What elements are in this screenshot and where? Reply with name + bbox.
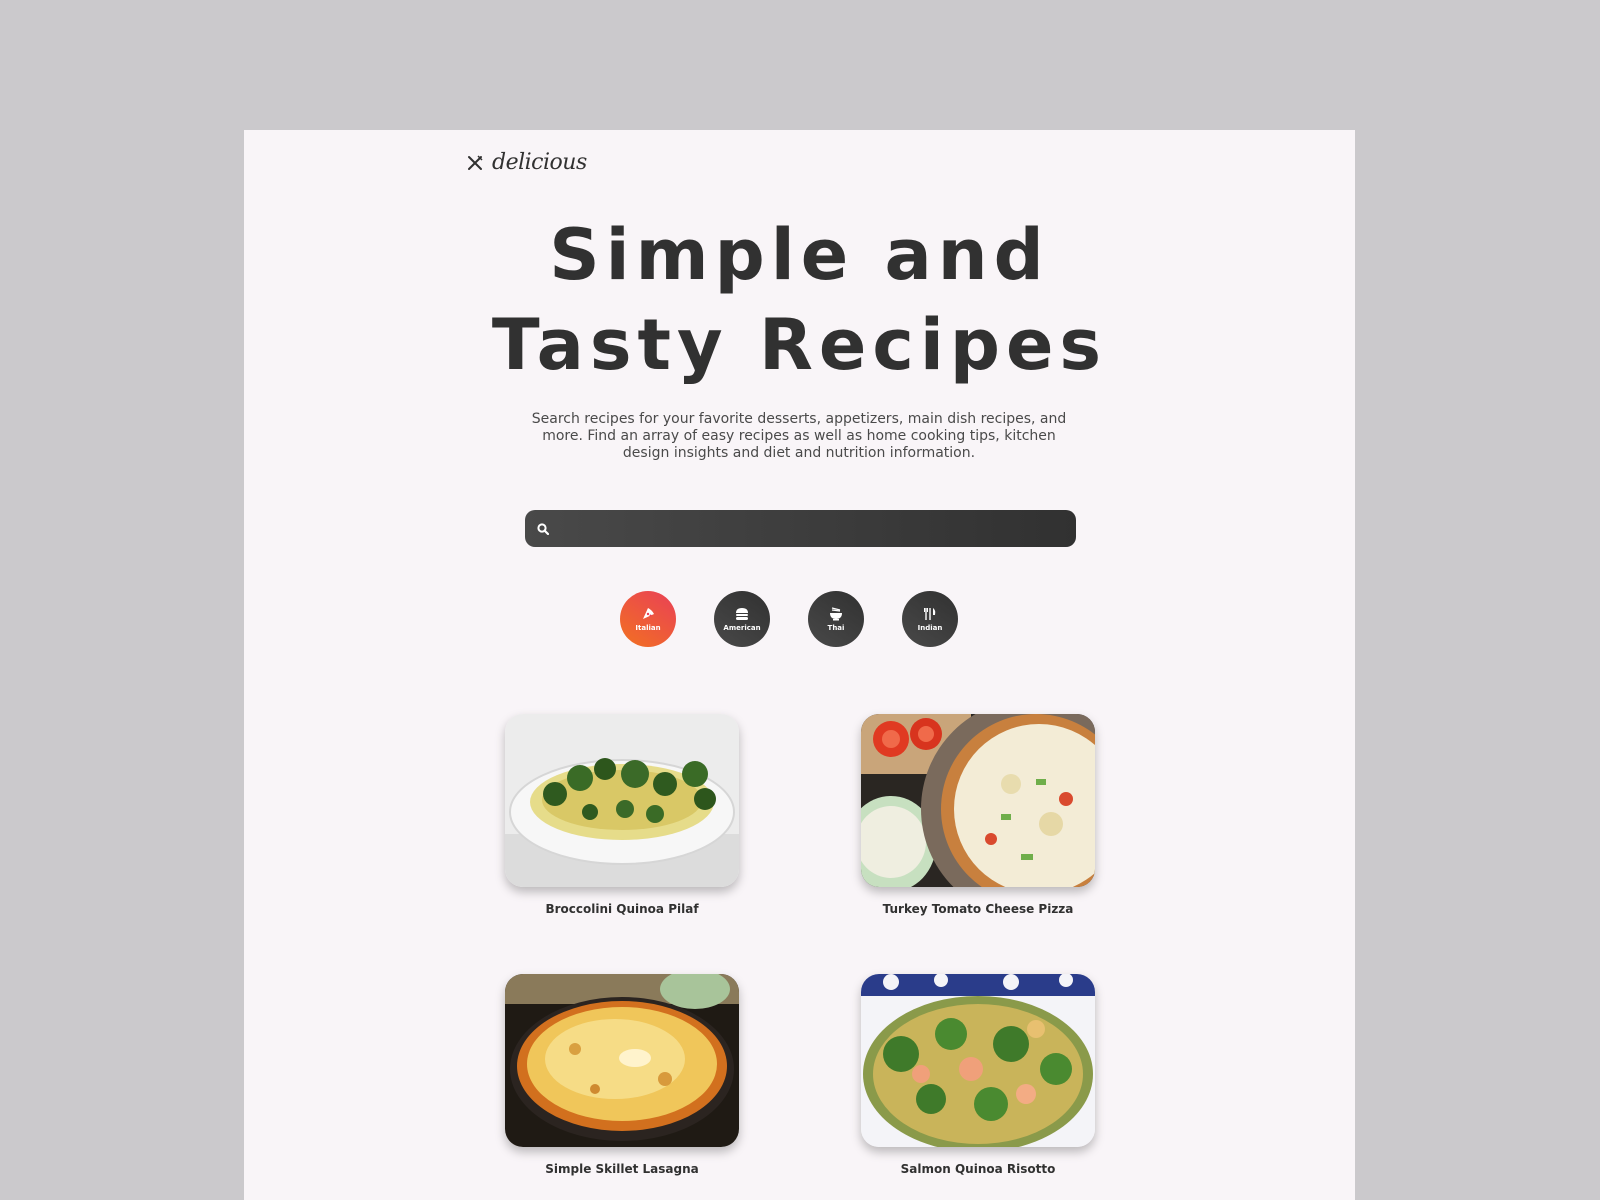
search-icon [537, 522, 549, 535]
hamburger-icon [736, 608, 748, 620]
recipe-title[interactable]: Turkey Tomato Cheese Pizza [861, 902, 1095, 916]
page-description: Search recipes for your favorite dessert… [531, 411, 1067, 461]
recipe-title[interactable]: Broccolini Quinoa Pilaf [505, 902, 739, 916]
category-label: American [723, 624, 761, 632]
category-list: Italian American Thai Indian [620, 591, 958, 647]
category-label: Thai [827, 624, 845, 632]
utensils-crossed-icon [468, 154, 483, 170]
page-title-line1: Simple and [549, 214, 1050, 296]
noodle-bowl-icon [830, 607, 842, 621]
page-title: Simple and Tasty Recipes [244, 210, 1355, 390]
category-american[interactable]: American [714, 591, 770, 647]
page-container: delicious Simple and Tasty Recipes Searc… [244, 130, 1355, 1200]
category-label: Indian [917, 624, 943, 632]
recipe-image[interactable] [861, 714, 1095, 887]
category-indian[interactable]: Indian [902, 591, 958, 647]
recipe-card[interactable]: Salmon Quinoa Risotto [861, 974, 1095, 1176]
recipe-card[interactable]: Simple Skillet Lasagna [505, 974, 739, 1176]
recipe-card[interactable]: Turkey Tomato Cheese Pizza [861, 714, 1095, 916]
utensils-icon [924, 608, 936, 620]
category-label: Italian [635, 624, 661, 632]
recipe-image[interactable] [861, 974, 1095, 1147]
pizza-icon [643, 608, 654, 619]
recipe-title[interactable]: Simple Skillet Lasagna [505, 1162, 739, 1176]
recipe-image[interactable] [505, 974, 739, 1147]
category-italian[interactable]: Italian [620, 591, 676, 647]
search-input[interactable] [549, 510, 1076, 547]
logo-text: delicious [492, 150, 587, 175]
page-title-line2: Tasty Recipes [491, 304, 1108, 386]
category-thai[interactable]: Thai [808, 591, 864, 647]
search-bar[interactable] [525, 510, 1076, 547]
recipe-title[interactable]: Salmon Quinoa Risotto [861, 1162, 1095, 1176]
recipe-card[interactable]: Broccolini Quinoa Pilaf [505, 714, 739, 916]
logo[interactable]: delicious [466, 150, 587, 175]
recipe-image[interactable] [505, 714, 739, 887]
